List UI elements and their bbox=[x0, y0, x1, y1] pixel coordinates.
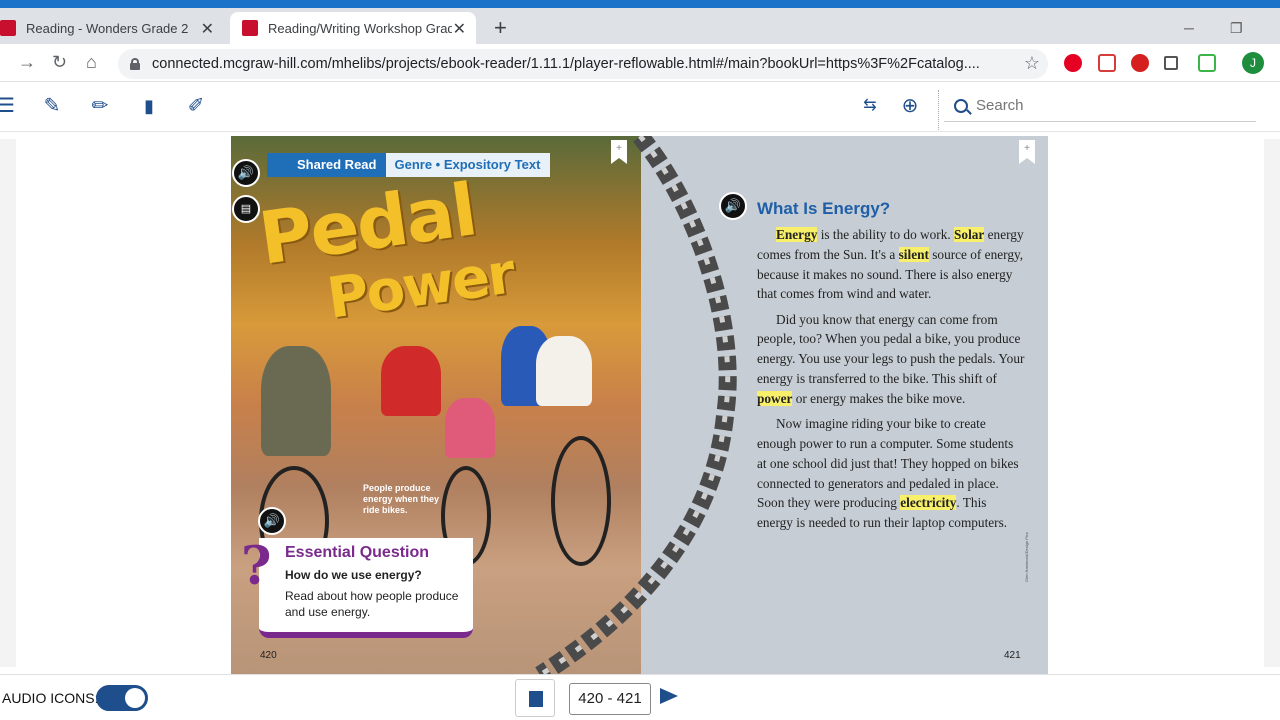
page-number-input[interactable]: 420 - 421 bbox=[569, 683, 651, 715]
url-omnibox[interactable]: connected.mcgraw-hill.com/mhelibs/projec… bbox=[118, 49, 1048, 79]
tab-label: Reading - Wonders Grade 2 bbox=[26, 20, 189, 36]
mouse-cursor bbox=[1101, 359, 1125, 383]
menu-icon[interactable]: ☰ bbox=[0, 94, 18, 118]
pen-icon[interactable]: ✏ bbox=[88, 94, 112, 118]
read-along-icon[interactable]: ▤ bbox=[232, 195, 260, 223]
article-paragraph: Did you know that energy can come from p… bbox=[757, 310, 1025, 409]
green-extension-icon[interactable] bbox=[1198, 54, 1216, 72]
grid-extension-icon[interactable] bbox=[1164, 56, 1178, 70]
search-input[interactable] bbox=[976, 97, 1236, 114]
mcgraw-hill-favicon-icon bbox=[0, 20, 16, 36]
photo-rider-dad bbox=[261, 346, 331, 456]
fit-width-icon[interactable]: ⇆ bbox=[858, 94, 882, 118]
audio-icons-label: AUDIO ICONS: bbox=[2, 690, 99, 706]
close-tab-icon[interactable]: ✕ bbox=[453, 19, 466, 39]
vocab-word[interactable]: power bbox=[757, 390, 793, 406]
minimize-icon[interactable]: ─ bbox=[1184, 20, 1194, 36]
paragraph-text: Did you know that energy can come from p… bbox=[757, 311, 1025, 387]
browser-tab-wonders[interactable]: Reading - Wonders Grade 2 ✕ bbox=[0, 12, 224, 44]
toggle-knob bbox=[125, 688, 145, 708]
question-mark-icon: ? bbox=[241, 536, 272, 597]
reader-bottom-bar: AUDIO ICONS: 420 - 421 bbox=[0, 674, 1280, 720]
photo-caption: People produce energy when they ride bik… bbox=[363, 483, 440, 515]
bike-chain-graphic bbox=[535, 136, 737, 675]
photo-rider-child bbox=[445, 398, 495, 458]
left-page-number: 420 bbox=[260, 650, 277, 661]
new-tab-icon[interactable]: + bbox=[494, 17, 507, 39]
photo-credit: Glen Hammock/Design Pics bbox=[1024, 532, 1029, 582]
reader-stage: Shared Read Genre • Expository Text Peda… bbox=[0, 133, 1280, 675]
pinterest-extension-icon[interactable] bbox=[1064, 54, 1082, 72]
article-body: Energy is the ability to do work. Solar … bbox=[757, 225, 1025, 538]
paragraph-text: or energy makes the bike move. bbox=[792, 390, 966, 406]
zoom-in-icon[interactable]: ⊕ bbox=[898, 94, 922, 118]
tab-label: Reading/Writing Workshop Grade 2 bbox=[268, 20, 452, 36]
essential-question: How do we use energy? bbox=[285, 568, 422, 582]
vocab-word[interactable]: silent bbox=[898, 246, 929, 262]
page-bookmark-icon[interactable]: + bbox=[1019, 140, 1035, 164]
browser-tab-bar: Reading - Wonders Grade 2 ✕ Reading/Writ… bbox=[0, 8, 1280, 44]
article-paragraph: Energy is the ability to do work. Solar … bbox=[757, 225, 1025, 304]
mcgraw-hill-favicon-icon bbox=[242, 20, 258, 36]
highlighter-icon[interactable]: ✎ bbox=[40, 94, 64, 118]
close-tab-icon[interactable]: ✕ bbox=[201, 19, 214, 39]
profile-avatar[interactable]: J bbox=[1242, 52, 1264, 74]
stop-icon bbox=[529, 691, 543, 707]
right-page-number: 421 bbox=[1004, 650, 1021, 661]
audio-speaker-icon[interactable]: 🔊 bbox=[232, 159, 260, 187]
adblock-extension-icon[interactable] bbox=[1131, 54, 1149, 72]
search-box[interactable] bbox=[944, 90, 1256, 122]
essential-question-card: Essential Question How do we use energy?… bbox=[259, 538, 473, 638]
browser-top-strip bbox=[0, 0, 1280, 8]
vocab-word[interactable]: electricity bbox=[900, 495, 957, 511]
article-paragraph: Now imagine riding your bike to create e… bbox=[757, 414, 1025, 533]
vocab-word[interactable]: Solar bbox=[954, 227, 985, 242]
url-text: connected.mcgraw-hill.com/mhelibs/projec… bbox=[152, 56, 980, 72]
essential-question-body: Read about how people produce and use en… bbox=[285, 589, 459, 619]
pocket-extension-icon[interactable] bbox=[1098, 54, 1116, 72]
audio-icons-toggle[interactable] bbox=[96, 685, 148, 711]
paragraph-text: is the ability to do work. bbox=[817, 227, 955, 242]
address-bar: → ↻ ⌂ connected.mcgraw-hill.com/mhelibs/… bbox=[0, 44, 1280, 82]
genre-banner: Shared Read Genre • Expository Text bbox=[267, 153, 551, 177]
home-icon[interactable]: ⌂ bbox=[86, 52, 97, 73]
left-scroll-gutter[interactable] bbox=[0, 139, 16, 667]
shared-read-label: Shared Read bbox=[267, 153, 387, 177]
lock-icon bbox=[130, 58, 140, 70]
bookmark-star-icon[interactable]: ☆ bbox=[1024, 53, 1040, 74]
search-icon bbox=[954, 98, 968, 113]
essential-question-title: Essential Question bbox=[285, 544, 430, 561]
article-heading: What Is Energy? bbox=[757, 199, 891, 218]
bookmark-icon[interactable]: ▮ bbox=[137, 94, 161, 118]
pencil-icon[interactable]: ✐ bbox=[184, 94, 208, 118]
next-page-icon[interactable] bbox=[660, 688, 678, 704]
reader-toolbar: ☰ ✎ ✏ ▮ ✐ ⇆ ⊕ bbox=[0, 82, 1280, 132]
audio-speaker-icon[interactable]: 🔊 bbox=[258, 507, 286, 535]
browser-tab-workshop[interactable]: Reading/Writing Workshop Grade 2 ✕ bbox=[230, 12, 476, 44]
vocab-word[interactable]: Energy bbox=[776, 227, 818, 242]
toolbar-divider bbox=[938, 90, 939, 130]
restore-icon[interactable]: ❐ bbox=[1230, 20, 1243, 37]
forward-icon[interactable]: → bbox=[18, 52, 36, 73]
chain-links bbox=[535, 136, 737, 675]
photo-rider-girl bbox=[381, 346, 441, 416]
reload-icon[interactable]: ↻ bbox=[52, 52, 67, 73]
right-scroll-gutter[interactable] bbox=[1264, 139, 1280, 667]
stop-audio-button[interactable] bbox=[515, 679, 555, 717]
